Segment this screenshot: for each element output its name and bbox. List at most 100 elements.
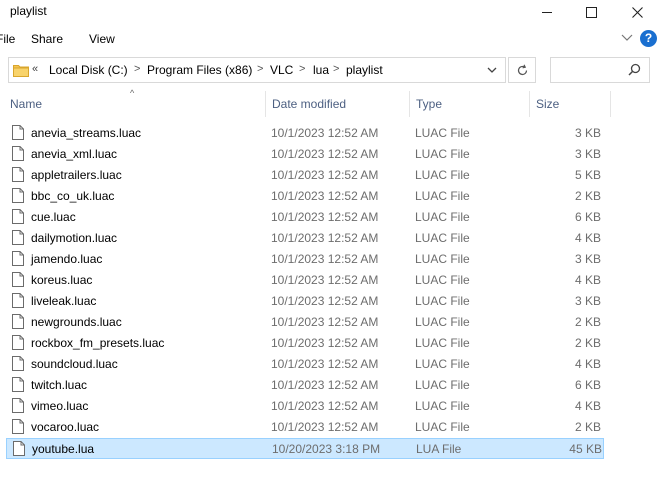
file-row[interactable]: liveleak.luac 10/1/2023 12:52 AM LUAC File… (6, 291, 604, 312)
file-row[interactable]: youtube.lua 10/20/2023 3:18 PM LUA File 45 … (6, 438, 604, 459)
file-size: 2 KB (574, 189, 601, 203)
breadcrumb-separator-icon[interactable]: > (134, 63, 140, 75)
file-date: 10/1/2023 12:52 AM (271, 357, 379, 371)
file-icon (12, 230, 24, 248)
file-date: 10/1/2023 12:52 AM (271, 378, 379, 392)
file-date: 10/1/2023 12:52 AM (271, 168, 379, 182)
file-row[interactable]: newgrounds.luac 10/1/2023 12:52 AM LUAC Fi… (6, 312, 604, 333)
breadcrumb-vlc[interactable]: VLC (270, 63, 293, 77)
file-name: jamendo.luac (31, 252, 103, 266)
search-input[interactable] (550, 57, 650, 83)
file-name: appletrailers.luac (31, 168, 122, 182)
file-row[interactable]: cue.luac 10/1/2023 12:52 AM LUAC File 6 KB (6, 207, 604, 228)
file-row[interactable]: soundcloud.luac 10/1/2023 12:52 AM LUAC Fi… (6, 354, 604, 375)
file-name: dailymotion.luac (31, 231, 118, 245)
file-date: 10/1/2023 12:52 AM (271, 147, 379, 161)
file-type: LUAC File (415, 336, 470, 350)
refresh-button[interactable] (508, 57, 536, 83)
breadcrumb-playlist[interactable]: playlist (346, 63, 383, 77)
file-icon (12, 209, 24, 227)
close-icon (631, 6, 643, 18)
file-icon (12, 146, 24, 164)
breadcrumb-program-files[interactable]: Program Files (x86) (147, 63, 252, 77)
file-type: LUAC File (415, 126, 470, 140)
file-icon (12, 272, 24, 290)
file-name: liveleak.luac (31, 294, 97, 308)
chevron-down-icon[interactable] (620, 30, 634, 44)
file-row[interactable]: vocaroo.luac 10/1/2023 12:52 AM LUAC File 2… (6, 417, 604, 438)
file-icon (12, 335, 24, 353)
file-size: 4 KB (574, 399, 601, 413)
file-size: 2 KB (574, 420, 601, 434)
file-icon (12, 125, 24, 143)
file-icon (12, 167, 24, 185)
address-history-chevron[interactable]: « (32, 63, 38, 75)
breadcrumb-lua[interactable]: lua (313, 63, 329, 77)
file-date: 10/1/2023 12:52 AM (271, 252, 379, 266)
file-row[interactable]: bbc_co_uk.luac 10/1/2023 12:52 AM LUAC Fil… (6, 186, 604, 207)
file-icon (12, 314, 24, 332)
file-icon (12, 419, 24, 437)
search-icon (628, 63, 641, 76)
file-row[interactable]: dailymotion.luac 10/1/2023 12:52 AM LUAC F… (6, 228, 604, 249)
column-header-name[interactable]: Name (4, 91, 264, 117)
file-icon (12, 251, 24, 269)
breadcrumb-local-disk[interactable]: Local Disk (C:) (49, 63, 128, 77)
file-size: 5 KB (574, 168, 601, 182)
file-row[interactable]: appletrailers.luac 10/1/2023 12:52 AM LUAC… (6, 165, 604, 186)
file-row[interactable]: twitch.luac 10/1/2023 12:52 AM LUAC File 6 … (6, 375, 604, 396)
breadcrumb-separator-icon[interactable]: > (257, 63, 263, 75)
breadcrumb-separator-icon[interactable]: > (299, 63, 305, 75)
file-size: 6 KB (574, 210, 601, 224)
column-header-date[interactable]: Date modified (265, 91, 410, 117)
file-type: LUAC File (415, 252, 470, 266)
file-icon (13, 441, 25, 459)
file-icon (12, 377, 24, 395)
file-type: LUAC File (415, 168, 470, 182)
file-icon (12, 398, 24, 416)
file-date: 10/1/2023 12:52 AM (271, 315, 379, 329)
file-type: LUAC File (415, 420, 470, 434)
file-type: LUAC File (415, 231, 470, 245)
file-size: 3 KB (574, 126, 601, 140)
file-size: 3 KB (574, 252, 601, 266)
address-bar[interactable]: « Local Disk (C:) > Program Files (x86) … (8, 57, 506, 83)
file-size: 2 KB (574, 336, 601, 350)
file-date: 10/1/2023 12:52 AM (271, 273, 379, 287)
file-name: bbc_co_uk.luac (31, 189, 115, 203)
file-name: newgrounds.luac (31, 315, 122, 329)
file-name: twitch.luac (31, 378, 88, 392)
file-date: 10/1/2023 12:52 AM (271, 336, 379, 350)
column-header-type[interactable]: Type (409, 91, 530, 117)
file-type: LUAC File (415, 189, 470, 203)
file-row[interactable]: jamendo.luac 10/1/2023 12:52 AM LUAC File 3… (6, 249, 604, 270)
file-row[interactable]: anevia_xml.luac 10/1/2023 12:52 AM LUAC Fi… (6, 144, 604, 165)
file-type: LUAC File (415, 294, 470, 308)
file-type: LUA File (416, 442, 462, 456)
close-button[interactable] (614, 0, 660, 24)
file-size: 3 KB (574, 294, 601, 308)
file-type: LUAC File (415, 399, 470, 413)
file-date: 10/1/2023 12:52 AM (271, 189, 379, 203)
breadcrumb-separator-icon[interactable]: > (333, 63, 339, 75)
help-icon[interactable]: ? (640, 30, 657, 47)
file-name: rockbox_fm_presets.luac (31, 336, 165, 350)
maximize-button[interactable] (568, 0, 614, 24)
file-date: 10/1/2023 12:52 AM (271, 420, 379, 434)
tab-file[interactable]: File (0, 32, 15, 46)
column-header-size[interactable]: Size (529, 91, 611, 117)
maximize-icon (585, 6, 597, 18)
file-icon (12, 356, 24, 374)
title-bar: playlist (0, 0, 660, 24)
file-row[interactable]: rockbox_fm_presets.luac 10/1/2023 12:52 A… (6, 333, 604, 354)
file-row[interactable]: koreus.luac 10/1/2023 12:52 AM LUAC File 4 … (6, 270, 604, 291)
minimize-button[interactable] (524, 0, 570, 24)
file-row[interactable]: anevia_streams.luac 10/1/2023 12:52 AM LUA… (6, 123, 604, 144)
address-dropdown-icon[interactable] (486, 64, 498, 76)
file-row[interactable]: vimeo.luac 10/1/2023 12:52 AM LUAC File 4 K… (6, 396, 604, 417)
tab-view[interactable]: View (89, 32, 115, 46)
tab-share[interactable]: Share (31, 32, 63, 46)
file-date: 10/20/2023 3:18 PM (272, 442, 381, 456)
file-name: anevia_xml.luac (31, 147, 118, 161)
file-type: LUAC File (415, 210, 470, 224)
